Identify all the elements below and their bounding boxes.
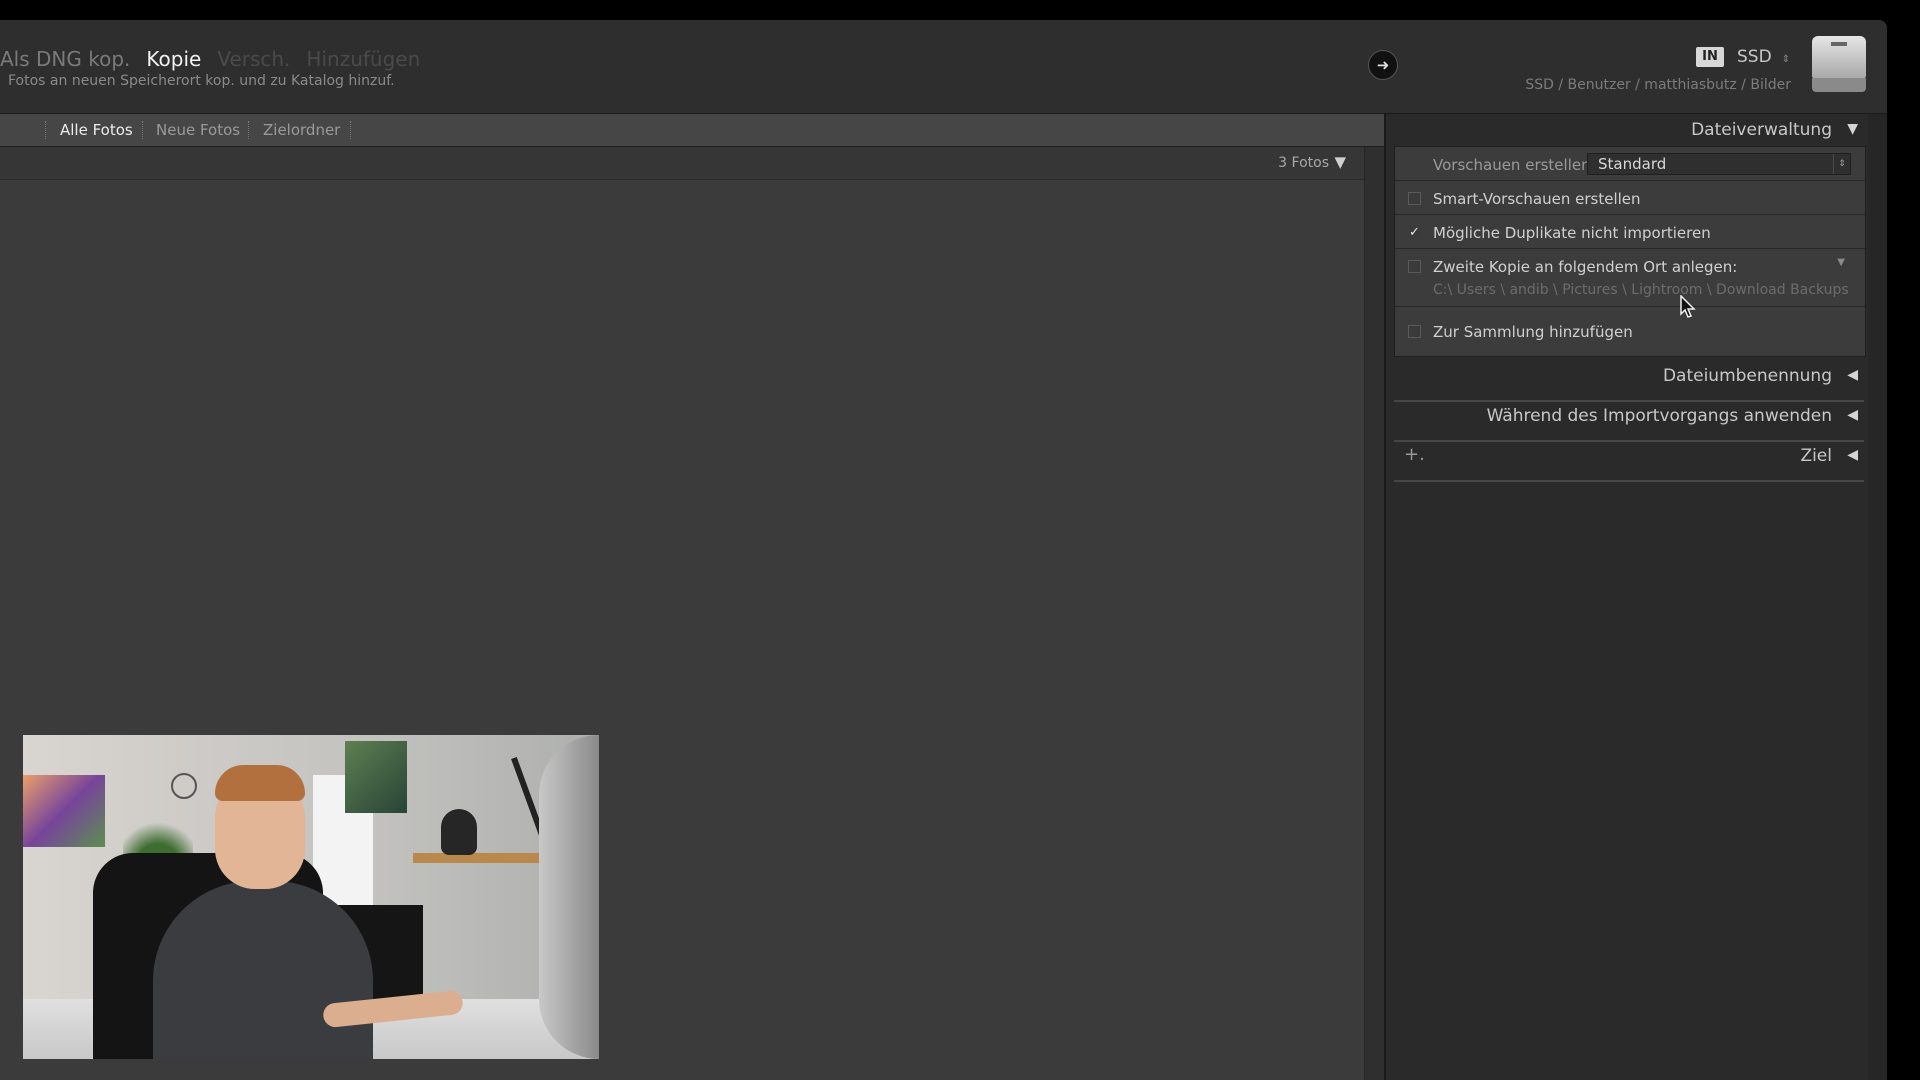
grid-info-bar: 3 Fotos ▼ — [0, 147, 1364, 180]
plus-icon[interactable]: +. — [1404, 444, 1425, 465]
destination-drive-label: SSD — [1737, 47, 1772, 67]
filter-separator — [142, 121, 143, 139]
destination-badge: IN — [1696, 47, 1724, 67]
apply-during-import-title: Während des Importvorgangs anwenden — [1486, 406, 1832, 426]
destination-title: Ziel — [1800, 446, 1832, 466]
import-top-bar: Als DNG kop. Kopie Versch. Hinzufügen Fotos… — [0, 20, 1887, 114]
second-copy-label: Zweite Kopie an folgendem Ort anlegen: — [1433, 258, 1738, 276]
mode-add[interactable]: Hinzufügen — [306, 47, 420, 71]
no-duplicates-row: ✓ Mögliche Duplikate nicht importieren — [1395, 215, 1865, 249]
filter-separator — [248, 121, 249, 139]
preview-row: Vorschauen erstellen Standard ⇕ — [1395, 147, 1865, 181]
updown-arrow-icon: ⇕ — [1833, 154, 1850, 174]
triangle-down-icon: ▼ — [1847, 121, 1858, 137]
second-copy-row: Zweite Kopie an folgendem Ort anlegen: ▼… — [1395, 249, 1865, 307]
file-handling-section: Vorschauen erstellen Standard ⇕ Smart-Vo… — [1394, 146, 1866, 357]
section-divider — [1394, 480, 1864, 482]
mode-move[interactable]: Versch. — [217, 47, 290, 71]
apply-during-import-header[interactable]: Während des Importvorgangs anwenden ◀ — [1394, 400, 1864, 432]
file-handling-title: Dateiverwaltung — [1691, 120, 1832, 140]
import-mode-selector: Als DNG kop. Kopie Versch. Hinzufügen — [0, 47, 436, 71]
smart-previews-checkbox[interactable] — [1408, 192, 1421, 205]
file-renaming-title: Dateiumbenennung — [1662, 366, 1832, 386]
filter-bar: Alle Fotos Neue Fotos Zielordner — [0, 114, 1384, 147]
file-handling-header[interactable]: Dateiverwaltung ▼ — [1394, 114, 1864, 146]
destination-path: SSD / Benutzer / matthiasbutz / Bilder — [1525, 77, 1791, 93]
filter-new-photos[interactable]: Neue Fotos — [156, 121, 240, 139]
arrow-right-circle-icon[interactable]: ➜ — [1368, 50, 1398, 80]
photo-count: 3 Fotos — [1278, 155, 1329, 171]
preview-select-value: Standard — [1598, 155, 1667, 173]
filter-separator — [45, 121, 46, 139]
updown-arrow-icon: ⇕ — [1781, 54, 1791, 65]
collection-row: Zur Sammlung hinzufügen — [1395, 307, 1865, 355]
grid-scrollbar[interactable] — [1364, 147, 1385, 1080]
triangle-down-icon[interactable]: ▼ — [1837, 257, 1845, 268]
preview-select[interactable]: Standard ⇕ — [1587, 153, 1851, 175]
preview-label: Vorschauen erstellen — [1433, 156, 1591, 174]
hard-drive-icon — [1812, 36, 1866, 92]
panel-edge — [1868, 114, 1887, 1080]
webcam-overlay — [23, 735, 599, 1059]
destination-header[interactable]: +. Ziel ◀ — [1394, 440, 1864, 472]
filter-separator — [350, 121, 351, 139]
triangle-left-icon: ◀ — [1847, 447, 1858, 463]
destination-drive-select[interactable]: SSD ⇕ — [1737, 47, 1790, 67]
mode-dng-copy[interactable]: Als DNG kop. — [0, 47, 130, 71]
collection-label: Zur Sammlung hinzufügen — [1433, 323, 1633, 341]
smart-previews-row: Smart-Vorschauen erstellen — [1395, 181, 1865, 215]
import-settings-panel: Dateiverwaltung ▼ Vorschauen erstellen S… — [1384, 114, 1887, 1080]
second-copy-path: C:\ Users \ andib \ Pictures \ Lightroom… — [1433, 282, 1849, 298]
collection-checkbox[interactable] — [1408, 325, 1421, 338]
mouse-cursor-icon — [1680, 294, 1698, 323]
triangle-left-icon: ◀ — [1847, 407, 1858, 423]
smart-previews-label: Smart-Vorschauen erstellen — [1433, 190, 1641, 208]
triangle-down-icon[interactable]: ▼ — [1334, 153, 1346, 171]
file-renaming-header[interactable]: Dateiumbenennung ◀ — [1394, 360, 1864, 392]
mode-copy[interactable]: Kopie — [146, 47, 201, 71]
mode-description: Fotos an neuen Speicherort kop. und zu K… — [8, 73, 395, 89]
filter-destination-folder[interactable]: Zielordner — [263, 121, 340, 139]
checkmark-icon[interactable]: ✓ — [1408, 226, 1421, 239]
second-copy-checkbox[interactable] — [1408, 260, 1421, 273]
no-duplicates-label: Mögliche Duplikate nicht importieren — [1433, 224, 1711, 242]
triangle-left-icon: ◀ — [1847, 367, 1858, 383]
filter-all-photos[interactable]: Alle Fotos — [60, 121, 133, 139]
